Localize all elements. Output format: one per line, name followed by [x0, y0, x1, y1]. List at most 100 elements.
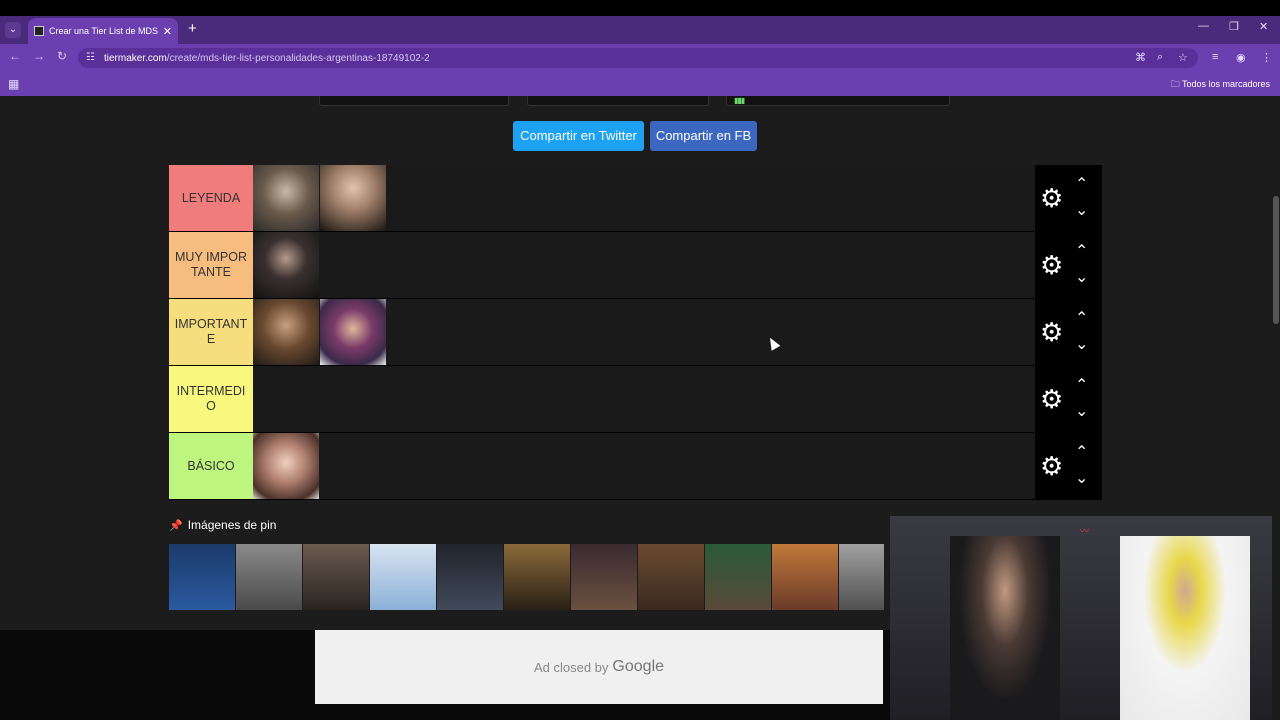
tab-search-button[interactable]: ⌄ — [5, 22, 21, 38]
gear-icon[interactable]: ⚙ — [1040, 252, 1063, 278]
pushpin-icon: 📌 — [169, 519, 183, 532]
tier-row: BÁSICO ⚙ ⌃ ⌄ — [169, 433, 1102, 500]
pin-images-heading: 📌 Imágenes de pin — [169, 518, 276, 532]
chevron-down-icon[interactable]: ⌄ — [1075, 267, 1088, 287]
profile-avatar-icon[interactable]: ◉ — [1236, 51, 1246, 64]
ad-closed-text: Ad closed by — [533, 659, 609, 675]
tier-row: MUY IMPORTANTE ⚙ ⌃ ⌄ — [169, 232, 1102, 299]
tier-label[interactable]: BÁSICO — [169, 433, 253, 499]
tier-label[interactable]: LEYENDA — [169, 165, 253, 231]
new-tab-button[interactable]: + — [188, 20, 197, 37]
scrollbar-thumb[interactable] — [1273, 196, 1279, 324]
page-scrollbar[interactable] — [1272, 96, 1280, 720]
site-info-icon[interactable]: ☷ — [86, 52, 95, 63]
tier-list: LEYENDA ⚙ ⌃ ⌄ MUY IMPORTANTE ⚙ ⌃ ⌄ IMPOR… — [169, 165, 1102, 501]
tier-items[interactable] — [253, 366, 1034, 432]
gear-icon[interactable]: ⚙ — [1040, 185, 1063, 211]
pin-image[interactable] — [638, 544, 704, 610]
tab-title: Crear una Tier List de MDS Pers — [49, 26, 159, 36]
zoom-icon[interactable]: ⌕ — [1157, 51, 1163, 64]
ad-closed-banner: Ad closed by Google — [315, 630, 883, 704]
chevron-down-icon[interactable]: ⌄ — [1075, 401, 1088, 421]
bookmark-star-icon[interactable]: ☆ — [1178, 51, 1188, 64]
translate-icon[interactable]: ⌘ — [1135, 51, 1146, 64]
pin-image[interactable] — [236, 544, 302, 610]
back-icon[interactable]: ← — [9, 49, 21, 63]
tier-image[interactable] — [253, 165, 319, 231]
tier-items[interactable] — [253, 433, 1034, 499]
google-logo: Google — [612, 658, 665, 675]
gear-icon[interactable]: ⚙ — [1040, 386, 1063, 412]
tier-items[interactable] — [253, 232, 1034, 298]
chevron-up-icon[interactable]: ⌃ — [1075, 375, 1088, 395]
close-window-icon[interactable]: ✕ — [1259, 20, 1268, 33]
tiermaker-favicon-icon — [34, 26, 44, 36]
tier-label[interactable]: INTERMEDIO — [169, 366, 253, 432]
gear-icon[interactable]: ⚙ — [1040, 319, 1063, 345]
pin-image[interactable] — [303, 544, 369, 610]
streamer-left — [950, 536, 1060, 720]
menu-kebab-icon[interactable]: ⋮ — [1261, 51, 1272, 64]
chevron-up-icon[interactable]: ⌃ — [1075, 308, 1088, 328]
pin-image[interactable] — [772, 544, 838, 610]
tier-label[interactable]: IMPORTANTE — [169, 299, 253, 365]
tier-image[interactable] — [253, 232, 319, 298]
tier-controls: ⚙ ⌃ ⌄ — [1035, 232, 1102, 298]
tier-items[interactable] — [253, 299, 1034, 365]
pin-image[interactable] — [169, 544, 235, 610]
share-facebook-button[interactable]: Compartir en FB — [650, 121, 757, 151]
close-tab-icon[interactable]: ✕ — [163, 25, 172, 38]
top-black-bar — [0, 0, 1280, 16]
tier-label[interactable]: MUY IMPORTANTE — [169, 232, 253, 298]
pin-image[interactable] — [839, 544, 884, 610]
streamer-right — [1120, 536, 1250, 720]
forward-icon[interactable]: → — [33, 49, 45, 63]
tier-controls: ⚙ ⌃ ⌄ — [1035, 299, 1102, 365]
tier-row: LEYENDA ⚙ ⌃ ⌄ — [169, 165, 1102, 232]
chevron-down-icon[interactable]: ⌄ — [1075, 334, 1088, 354]
tier-controls: ⚙ ⌃ ⌄ — [1035, 366, 1102, 432]
tier-items[interactable] — [253, 165, 1034, 231]
address-bar[interactable]: ☷ tiermaker.com/create/mds-tier-list-per… — [78, 48, 1198, 68]
tier-row: INTERMEDIO ⚙ ⌃ ⌄ — [169, 366, 1102, 433]
pin-image[interactable] — [504, 544, 570, 610]
tier-image[interactable] — [320, 299, 386, 365]
pin-image[interactable] — [571, 544, 637, 610]
tier-controls: ⚙ ⌃ ⌄ — [1035, 165, 1102, 231]
tier-image[interactable] — [253, 299, 319, 365]
minimize-icon[interactable]: — — [1198, 20, 1209, 32]
chevron-up-icon[interactable]: ⌃ — [1075, 174, 1088, 194]
pin-image[interactable] — [437, 544, 503, 610]
apps-grid-icon[interactable]: ▦ — [8, 77, 19, 91]
pin-image[interactable] — [705, 544, 771, 610]
cropped-control[interactable] — [726, 96, 950, 106]
all-bookmarks-folder[interactable]: 🗀 Todos los marcadores — [1171, 77, 1270, 93]
page-content: ▮▮▮ Compartir en Twitter Compartir en FB… — [0, 96, 1280, 720]
chevron-down-icon[interactable]: ⌄ — [1075, 200, 1088, 220]
browser-tab[interactable]: Crear una Tier List de MDS Pers ✕ — [28, 18, 178, 44]
tier-image[interactable] — [253, 433, 319, 499]
all-bookmarks-label: Todos los marcadores — [1181, 79, 1270, 89]
share-twitter-button[interactable]: Compartir en Twitter — [513, 121, 644, 151]
cropped-control[interactable] — [527, 96, 709, 106]
chevron-up-icon[interactable]: ⌃ — [1075, 442, 1088, 462]
chevron-up-icon[interactable]: ⌃ — [1075, 241, 1088, 261]
cropped-control[interactable] — [319, 96, 509, 106]
chevron-down-icon[interactable]: ⌄ — [1075, 468, 1088, 488]
pin-images-title: Imágenes de pin — [187, 518, 277, 532]
restore-icon[interactable]: ❐ — [1229, 20, 1239, 33]
pin-images-grid — [169, 544, 884, 634]
bookmarks-bar — [0, 72, 1280, 96]
gear-icon[interactable]: ⚙ — [1040, 453, 1063, 479]
webcam-overlay: 〰 — [890, 516, 1280, 720]
tier-row: IMPORTANTE ⚙ ⌃ ⌄ — [169, 299, 1102, 366]
tier-image[interactable] — [320, 165, 386, 231]
reload-icon[interactable]: ↻ — [57, 49, 67, 63]
url-domain: tiermaker.com — [104, 52, 167, 64]
media-icon[interactable]: ≡ — [1212, 51, 1218, 63]
progress-bars-icon: ▮▮▮ — [734, 96, 745, 105]
pin-image[interactable] — [370, 544, 436, 610]
tier-controls: ⚙ ⌃ ⌄ — [1035, 433, 1102, 499]
neon-sign-icon: 〰 — [1080, 526, 1090, 536]
url-path: /create/mds-tier-list-personalidades-arg… — [166, 52, 430, 64]
